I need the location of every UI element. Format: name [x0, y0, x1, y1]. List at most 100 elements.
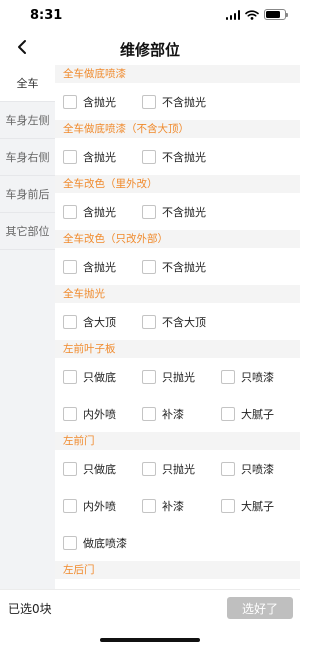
sidebar-item-front-rear[interactable]: 车身前后: [0, 176, 55, 213]
status-icons: [225, 9, 288, 20]
sidebar-item-other-parts[interactable]: 其它部位: [0, 213, 55, 250]
option-label: 不含抛光: [162, 150, 206, 164]
checkbox[interactable]: [221, 369, 235, 384]
option-row: 含抛光 不含抛光: [55, 248, 300, 285]
option-row: 内外喷 补漆 大腻子: [55, 487, 300, 524]
option-label: 做底喷漆: [83, 536, 127, 550]
repair-option[interactable]: 只做底: [55, 461, 134, 477]
checkbox[interactable]: [63, 204, 77, 219]
checkbox[interactable]: [63, 406, 77, 421]
repair-option[interactable]: 大腻子: [213, 498, 292, 514]
checkbox[interactable]: [63, 461, 77, 476]
sidebar-item-right-side[interactable]: 车身右侧: [0, 139, 55, 176]
repair-option[interactable]: 含抛光: [55, 94, 134, 110]
wifi-icon: [245, 9, 259, 20]
checkbox[interactable]: [142, 498, 156, 513]
section-header: 左前门: [55, 432, 300, 450]
option-label: 含抛光: [83, 150, 116, 164]
option-row: 做底喷漆: [55, 524, 300, 561]
battery-icon: [264, 9, 288, 20]
repair-option[interactable]: 含抛光: [55, 259, 134, 275]
section-header: 左后门: [55, 561, 300, 579]
repair-option[interactable]: 不含抛光: [134, 204, 213, 220]
repair-option[interactable]: 只喷漆: [213, 369, 292, 385]
signal-icon: [225, 9, 240, 20]
option-label: 只做底: [83, 462, 116, 476]
option-label: 只喷漆: [241, 462, 274, 476]
option-row: 只做底 只抛光 只喷漆: [55, 450, 300, 487]
checkbox[interactable]: [142, 461, 156, 476]
section-header: 全车改色（里外改）: [55, 175, 300, 193]
checkbox[interactable]: [142, 149, 156, 164]
checkbox[interactable]: [63, 314, 77, 329]
section-header: 左前叶子板: [55, 340, 300, 358]
repair-option[interactable]: 只喷漆: [213, 461, 292, 477]
option-label: 补漆: [162, 499, 184, 513]
repair-option[interactable]: 不含抛光: [134, 149, 213, 165]
checkbox[interactable]: [142, 204, 156, 219]
option-label: 含大顶: [83, 315, 116, 329]
repair-option[interactable]: 不含大顶: [134, 314, 213, 330]
done-button[interactable]: 选好了: [227, 597, 293, 619]
option-row: 含大顶 不含大顶: [55, 303, 300, 340]
option-label: 不含大顶: [162, 315, 206, 329]
checkbox[interactable]: [142, 94, 156, 109]
section-header: 全车做底喷漆（不含大顶）: [55, 120, 300, 138]
option-label: 只做底: [83, 370, 116, 384]
repair-option[interactable]: 补漆: [134, 406, 213, 422]
checkbox[interactable]: [63, 149, 77, 164]
category-sidebar: 全车 车身左侧 车身右侧 车身前后 其它部位: [0, 65, 55, 589]
option-label: 不含抛光: [162, 260, 206, 274]
checkbox[interactable]: [63, 369, 77, 384]
sidebar-item-left-side[interactable]: 车身左侧: [0, 102, 55, 139]
page-title: 维修部位: [119, 41, 180, 59]
option-label: 大腻子: [241, 407, 274, 421]
option-label: 内外喷: [83, 407, 116, 421]
option-label: 只喷漆: [241, 370, 274, 384]
option-label: 补漆: [162, 407, 184, 421]
option-label: 只抛光: [162, 370, 195, 384]
checkbox[interactable]: [63, 259, 77, 274]
checkbox[interactable]: [63, 498, 77, 513]
option-row: 含抛光 不含抛光: [55, 83, 300, 120]
selected-count: 已选0块: [8, 602, 52, 616]
repair-option[interactable]: 大腻子: [213, 406, 292, 422]
repair-option[interactable]: 不含抛光: [134, 259, 213, 275]
nav-bar: 维修部位: [0, 30, 300, 65]
section-header: 全车做底喷漆: [55, 65, 300, 83]
repair-option[interactable]: 做底喷漆: [55, 535, 134, 551]
checkbox[interactable]: [142, 406, 156, 421]
checkbox[interactable]: [221, 498, 235, 513]
checkbox[interactable]: [142, 369, 156, 384]
section-header: 全车改色（只改外部）: [55, 230, 300, 248]
section-header: 全车抛光: [55, 285, 300, 303]
repair-option[interactable]: 补漆: [134, 498, 213, 514]
option-label: 大腻子: [241, 499, 274, 513]
option-label: 内外喷: [83, 499, 116, 513]
repair-option[interactable]: 含抛光: [55, 149, 134, 165]
repair-option[interactable]: 内外喷: [55, 406, 134, 422]
options-list: 全车做底喷漆 含抛光 不含抛光 全车做底喷漆（不含大顶） 含抛光 不含抛光 全车改色（里外改…: [55, 65, 300, 589]
option-label: 不含抛光: [162, 205, 206, 219]
sidebar-item-whole-car[interactable]: 全车: [0, 65, 55, 102]
repair-option[interactable]: 只抛光: [134, 461, 213, 477]
option-label: 只抛光: [162, 462, 195, 476]
option-row: 含抛光 不含抛光: [55, 193, 300, 230]
repair-option[interactable]: 只做底: [55, 369, 134, 385]
checkbox[interactable]: [63, 94, 77, 109]
status-time: 8:31: [30, 8, 63, 23]
option-row: 只做底 只抛光 只喷漆: [55, 358, 300, 395]
repair-option[interactable]: 不含抛光: [134, 94, 213, 110]
option-label: 含抛光: [83, 260, 116, 274]
checkbox[interactable]: [221, 406, 235, 421]
checkbox[interactable]: [142, 314, 156, 329]
status-bar: 8:31: [0, 0, 300, 30]
repair-option[interactable]: 只抛光: [134, 369, 213, 385]
checkbox[interactable]: [221, 461, 235, 476]
repair-option[interactable]: 含大顶: [55, 314, 134, 330]
option-row: 含抛光 不含抛光: [55, 138, 300, 175]
repair-option[interactable]: 内外喷: [55, 498, 134, 514]
checkbox[interactable]: [142, 259, 156, 274]
repair-option[interactable]: 含抛光: [55, 204, 134, 220]
checkbox[interactable]: [63, 535, 77, 550]
